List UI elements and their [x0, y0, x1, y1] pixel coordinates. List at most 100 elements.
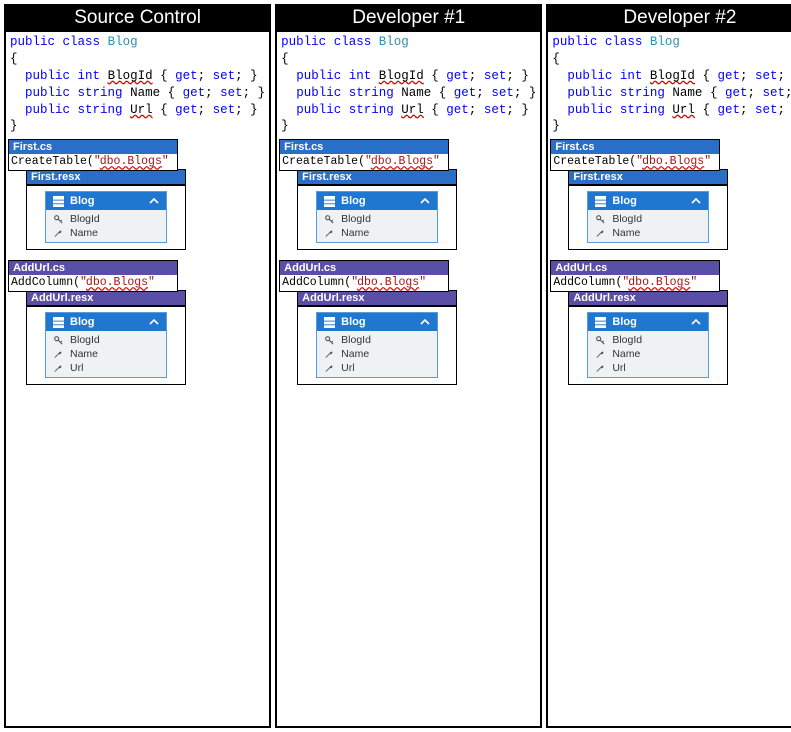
key-icon: [594, 213, 606, 225]
property-row: BlogId: [588, 212, 708, 226]
property-row: Url: [46, 361, 166, 375]
entity-properties: BlogId Name: [588, 210, 708, 242]
entity-properties: BlogId Name Url: [588, 331, 708, 377]
file-body: CreateTable("dbo.Blogs": [9, 154, 177, 170]
property-row: Name: [317, 226, 437, 240]
entity-icon: [323, 316, 335, 328]
entity-designer: Blog BlogId Name Url: [316, 312, 438, 378]
file-body: AddColumn("dbo.Blogs": [280, 275, 448, 291]
entity-icon: [52, 316, 64, 328]
chevron-up-icon: [148, 316, 160, 328]
entity-designer: Blog BlogId Name Url: [45, 312, 167, 378]
file-body: AddColumn("dbo.Blogs": [9, 275, 177, 291]
column-header: Developer #1: [277, 6, 540, 32]
file-title: AddUrl.resx: [26, 290, 186, 306]
resx-card: Blog BlogId Name: [568, 185, 728, 250]
column-header: Source Control: [6, 6, 269, 32]
file-title: First.resx: [568, 169, 728, 185]
property-row: BlogId: [317, 333, 437, 347]
file-body: CreateTable("dbo.Blogs": [551, 154, 719, 170]
entity-header: Blog: [588, 192, 708, 210]
entity-icon: [52, 195, 64, 207]
key-icon: [52, 213, 64, 225]
file-title: First.cs: [551, 140, 719, 154]
column-source-control: Source Control public class Blog { publi…: [4, 4, 271, 728]
chevron-up-icon: [690, 195, 702, 207]
column-developer-2: Developer #2 public class Blog { public …: [546, 4, 791, 728]
first-resx-file: First.resx Blog BlogId Name: [297, 169, 457, 250]
files-area: First.cs CreateTable("dbo.Blogs" First.r…: [277, 135, 540, 385]
entity-header: Blog: [588, 313, 708, 331]
column-developer-1: Developer #1 public class Blog { public …: [275, 4, 542, 728]
file-title: AddUrl.cs: [9, 261, 177, 275]
property-row: Url: [317, 361, 437, 375]
key-icon: [52, 334, 64, 346]
file-title: AddUrl.cs: [551, 261, 719, 275]
wrench-icon: [594, 348, 606, 360]
files-area: First.cs CreateTable("dbo.Blogs" First.r…: [548, 135, 791, 385]
code-snippet: public class Blog { public int BlogId { …: [548, 32, 791, 135]
addurl-resx-file: AddUrl.resx Blog BlogId Name Url: [568, 290, 728, 385]
entity-name: Blog: [70, 195, 94, 207]
resx-card: Blog BlogId Name: [297, 185, 457, 250]
property-row: Name: [46, 347, 166, 361]
entity-name: Blog: [612, 195, 636, 207]
addurl-resx-file: AddUrl.resx Blog BlogId Name Url: [26, 290, 186, 385]
file-body: AddColumn("dbo.Blogs": [551, 275, 719, 291]
key-icon: [594, 334, 606, 346]
wrench-icon: [323, 348, 335, 360]
entity-designer: Blog BlogId Name Url: [587, 312, 709, 378]
entity-header: Blog: [46, 192, 166, 210]
property-row: BlogId: [317, 212, 437, 226]
entity-header: Blog: [317, 313, 437, 331]
addurl-cs-file: AddUrl.cs AddColumn("dbo.Blogs": [279, 260, 449, 292]
entity-designer: Blog BlogId Name: [316, 191, 438, 243]
chevron-up-icon: [419, 316, 431, 328]
file-title: First.resx: [297, 169, 457, 185]
resx-card: Blog BlogId Name Url: [568, 306, 728, 385]
entity-header: Blog: [317, 192, 437, 210]
property-row: Name: [588, 226, 708, 240]
file-title: First.resx: [26, 169, 186, 185]
first-cs-file: First.cs CreateTable("dbo.Blogs": [279, 139, 449, 171]
files-area: First.cs CreateTable("dbo.Blogs" First.r…: [6, 135, 269, 385]
entity-designer: Blog BlogId Name: [587, 191, 709, 243]
property-row: Url: [588, 361, 708, 375]
file-title: AddUrl.resx: [568, 290, 728, 306]
property-row: BlogId: [46, 333, 166, 347]
wrench-icon: [52, 362, 64, 374]
entity-name: Blog: [341, 195, 365, 207]
entity-properties: BlogId Name: [46, 210, 166, 242]
first-resx-file: First.resx Blog BlogId Name: [26, 169, 186, 250]
columns-container: Source Control public class Blog { publi…: [4, 4, 787, 728]
file-body: CreateTable("dbo.Blogs": [280, 154, 448, 170]
entity-properties: BlogId Name: [317, 210, 437, 242]
property-row: Name: [317, 347, 437, 361]
entity-icon: [594, 316, 606, 328]
entity-name: Blog: [612, 316, 636, 328]
key-icon: [323, 334, 335, 346]
entity-icon: [323, 195, 335, 207]
chevron-up-icon: [690, 316, 702, 328]
file-title: AddUrl.cs: [280, 261, 448, 275]
property-row: BlogId: [588, 333, 708, 347]
file-title: First.cs: [280, 140, 448, 154]
first-resx-file: First.resx Blog BlogId Name: [568, 169, 728, 250]
wrench-icon: [52, 227, 64, 239]
wrench-icon: [323, 362, 335, 374]
code-snippet: public class Blog { public int BlogId { …: [6, 32, 269, 135]
chevron-up-icon: [419, 195, 431, 207]
wrench-icon: [594, 362, 606, 374]
entity-name: Blog: [341, 316, 365, 328]
first-cs-file: First.cs CreateTable("dbo.Blogs": [550, 139, 720, 171]
property-row: BlogId: [46, 212, 166, 226]
entity-properties: BlogId Name Url: [317, 331, 437, 377]
file-title: AddUrl.resx: [297, 290, 457, 306]
addurl-cs-file: AddUrl.cs AddColumn("dbo.Blogs": [8, 260, 178, 292]
wrench-icon: [594, 227, 606, 239]
file-title: First.cs: [9, 140, 177, 154]
column-header: Developer #2: [548, 6, 791, 32]
entity-name: Blog: [70, 316, 94, 328]
addurl-resx-file: AddUrl.resx Blog BlogId Name Url: [297, 290, 457, 385]
entity-header: Blog: [46, 313, 166, 331]
